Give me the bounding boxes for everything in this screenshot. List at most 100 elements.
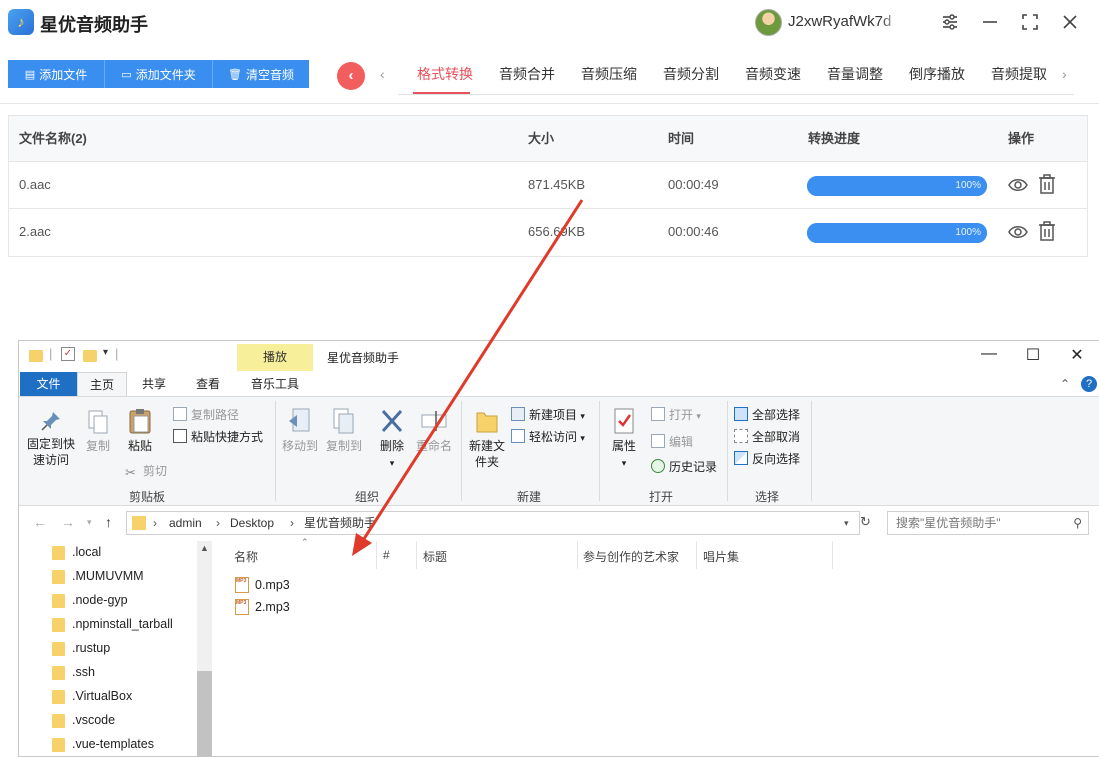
back-arrow-icon[interactable]: ← — [33, 514, 47, 530]
copy-path-button[interactable]: 复制路径 — [173, 407, 239, 423]
help-icon[interactable]: ? — [1081, 376, 1097, 392]
rename-button[interactable]: 重命名 — [413, 407, 455, 454]
table-row[interactable]: 0.aac 871.45KB 00:00:49 100% — [9, 162, 1087, 209]
new-item-button[interactable]: 新建项目 ▾ — [511, 407, 585, 424]
quick-access-dropdown-icon[interactable]: ▾ — [103, 347, 108, 358]
tab-audio-merge[interactable]: 音频合并 — [486, 60, 568, 94]
select-all-button[interactable]: 全部选择 — [734, 407, 800, 423]
cut-button[interactable]: ✂ 剪切 — [125, 463, 167, 480]
col-header-name[interactable]: 文件名称(2) — [19, 116, 87, 162]
delete-button[interactable]: 删除 ▾ — [375, 407, 409, 471]
ribbon-collapse-chevron-icon[interactable]: ⌃ — [1057, 372, 1073, 396]
context-tab-play[interactable]: 播放 — [237, 344, 313, 371]
open-button[interactable]: 打开 ▾ — [651, 407, 701, 424]
address-bar[interactable]: › admin › Desktop › 星优音频助手 ▾ — [126, 511, 860, 535]
easy-access-button[interactable]: 轻松访问 ▾ — [511, 429, 585, 446]
delete-trash-icon[interactable] — [1037, 173, 1057, 195]
add-file-button[interactable]: ▤ 添加文件 — [8, 60, 105, 88]
tabs-next-chevron-icon[interactable]: › — [1062, 66, 1067, 82]
tab-audio-speed[interactable]: 音频变速 — [732, 60, 814, 94]
up-arrow-icon[interactable]: ↑ — [105, 514, 112, 530]
delete-trash-icon[interactable] — [1037, 220, 1057, 242]
preview-eye-icon[interactable] — [1007, 221, 1029, 243]
col-header-size[interactable]: 大小 — [528, 116, 554, 162]
search-icon[interactable]: ⚲ — [1073, 512, 1082, 534]
col-header-track[interactable]: # — [383, 548, 390, 562]
explorer-maximize-icon[interactable]: ☐ — [1018, 345, 1048, 365]
nav-item-mumuvmm[interactable]: .MUMUVMM — [52, 565, 144, 587]
back-button[interactable]: ‹ — [337, 62, 365, 90]
ribbon-tab-file[interactable]: 文件 — [20, 372, 77, 396]
add-folder-button[interactable]: ▭ 添加文件夹 — [105, 60, 213, 88]
paste-button[interactable]: 粘贴 — [123, 407, 157, 454]
col-header-time[interactable]: 时间 — [668, 116, 694, 162]
username[interactable]: J2xwRyafWk7d — [788, 13, 891, 30]
easy-access-dropdown-icon[interactable]: ▾ — [580, 433, 585, 443]
move-to-button[interactable]: 移动到 — [279, 407, 321, 454]
copy-button[interactable]: 复制 — [81, 409, 115, 454]
breadcrumb-admin[interactable]: admin — [169, 512, 202, 534]
pin-quick-access-button[interactable]: 固定到快速访问 — [25, 409, 77, 468]
col-header-artists[interactable]: 参与创作的艺术家 — [583, 548, 679, 565]
refresh-icon[interactable]: ↻ — [860, 514, 871, 530]
nav-item-node-gyp[interactable]: .node-gyp — [52, 589, 128, 611]
ribbon-tab-view[interactable]: 查看 — [185, 372, 231, 396]
recent-locations-chevron-icon[interactable]: ▾ — [87, 517, 92, 528]
nav-item-vue-templates[interactable]: .vue-templates — [52, 733, 154, 755]
delete-dropdown-icon[interactable]: ▾ — [390, 458, 395, 468]
ribbon-tab-share[interactable]: 共享 — [131, 372, 177, 396]
copy-to-button[interactable]: 复制到 — [323, 407, 365, 454]
edit-button[interactable]: 编辑 — [651, 434, 693, 450]
select-none-button[interactable]: 全部取消 — [734, 429, 800, 445]
tab-audio-extract[interactable]: 音频提取 — [978, 60, 1060, 94]
explorer-close-icon[interactable]: ✕ — [1062, 345, 1092, 365]
ribbon-tab-music-tools[interactable]: 音乐工具 — [237, 372, 313, 396]
preview-eye-icon[interactable] — [1007, 174, 1029, 196]
address-dropdown-icon[interactable]: ▾ — [844, 512, 849, 534]
col-header-name[interactable]: 名称 — [234, 548, 258, 565]
minimize-icon[interactable] — [980, 12, 1000, 32]
history-button[interactable]: 历史记录 — [651, 459, 717, 475]
nav-pane-scrollbar[interactable]: ▲ — [197, 541, 212, 757]
maximize-icon[interactable] — [1020, 12, 1040, 32]
new-item-dropdown-icon[interactable]: ▾ — [580, 411, 585, 421]
nav-item-local[interactable]: .local — [52, 541, 101, 563]
user-avatar[interactable] — [755, 9, 782, 36]
edit-icon — [651, 434, 665, 448]
tabs-prev-chevron-icon[interactable]: ‹ — [380, 66, 385, 82]
ribbon-tab-home[interactable]: 主页 — [77, 372, 127, 396]
scrollbar-thumb[interactable] — [197, 671, 212, 757]
settings-sliders-icon[interactable] — [940, 12, 960, 32]
tab-reverse-play[interactable]: 倒序播放 — [896, 60, 978, 94]
col-header-album[interactable]: 唱片集 — [703, 548, 739, 565]
paste-shortcut-button[interactable]: 粘贴快捷方式 — [173, 429, 263, 445]
tab-volume-adjust[interactable]: 音量调整 — [814, 60, 896, 94]
invert-selection-button[interactable]: 反向选择 — [734, 451, 800, 467]
nav-item-npminstall[interactable]: .npminstall_tarball — [52, 613, 173, 635]
breadcrumb-desktop[interactable]: Desktop — [230, 512, 274, 534]
file-list-item[interactable]: 2.mp3 — [235, 593, 290, 617]
table-row[interactable]: 2.aac 656.69KB 00:00:46 100% — [9, 209, 1087, 256]
col-header-title[interactable]: 标题 — [423, 548, 447, 565]
breadcrumb-current[interactable]: 星优音频助手 — [304, 512, 376, 534]
properties-button[interactable]: 属性 ▾ — [605, 407, 643, 471]
open-dropdown-icon[interactable]: ▾ — [696, 411, 701, 421]
new-folder-button[interactable]: 新建文件夹 — [467, 407, 507, 470]
tab-audio-compress[interactable]: 音频压缩 — [568, 60, 650, 94]
forward-arrow-icon[interactable]: → — [61, 514, 75, 530]
explorer-minimize-icon[interactable]: — — [974, 345, 1004, 363]
tab-audio-split[interactable]: 音频分割 — [650, 60, 732, 94]
search-input[interactable]: 搜索"星优音频助手" ⚲ — [887, 511, 1089, 535]
close-icon[interactable] — [1060, 12, 1080, 32]
nav-item-vscode[interactable]: .vscode — [52, 709, 115, 731]
nav-item-ssh[interactable]: .ssh — [52, 661, 95, 683]
scroll-up-icon[interactable]: ▲ — [200, 543, 209, 553]
tab-format-convert[interactable]: 格式转换 — [404, 60, 486, 94]
clear-audio-button[interactable]: 🗑 清空音频 — [213, 60, 309, 88]
nav-item-virtualbox[interactable]: .VirtualBox — [52, 685, 132, 707]
file-list-item[interactable]: 0.mp3 — [235, 571, 290, 595]
new-folder-icon[interactable] — [83, 350, 97, 362]
properties-dropdown-icon[interactable]: ▾ — [622, 458, 627, 468]
nav-item-rustup[interactable]: .rustup — [52, 637, 110, 659]
properties-check-icon[interactable]: ✓ — [61, 347, 75, 361]
